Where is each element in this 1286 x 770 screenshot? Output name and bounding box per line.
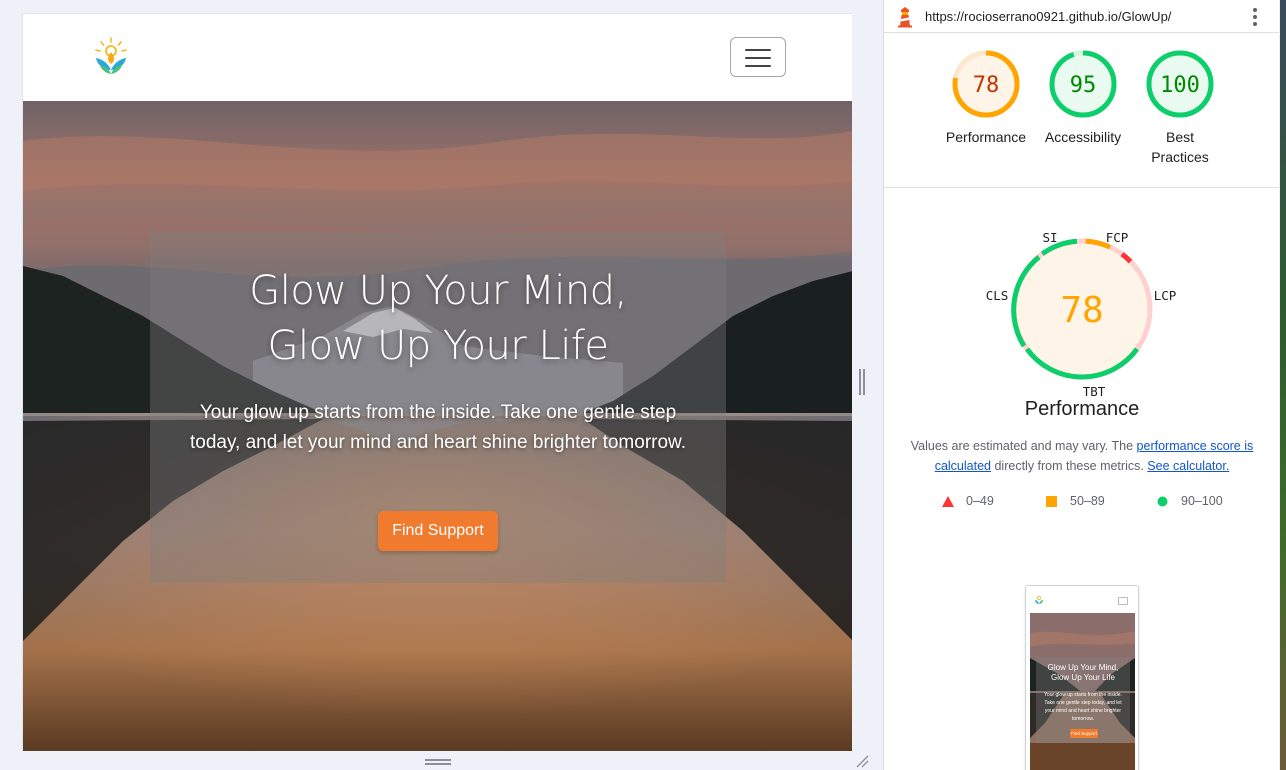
lighthouse-panel: https://rocioserrano0921.github.io/GlowU…	[883, 0, 1279, 770]
resize-handle-horizontal[interactable]	[425, 759, 451, 765]
mini-logo-icon	[1035, 595, 1043, 604]
gauge-ring-icon: 78	[952, 50, 1020, 118]
hero-section: Glow Up Your Mind, Glow Up Your Life Your…	[23, 101, 852, 751]
legend-fail-range: 0–49	[966, 494, 994, 508]
metric-tbt: TBT	[1083, 384, 1106, 399]
hamburger-bar	[745, 65, 771, 67]
performance-score: 78	[1060, 290, 1103, 331]
gauge-value: 78	[973, 73, 1000, 98]
resize-handle-vertical[interactable]	[859, 369, 865, 395]
report-url: https://rocioserrano0921.github.io/GlowU…	[925, 9, 1172, 24]
find-support-button[interactable]: Find Support	[378, 511, 498, 551]
note-text: directly from these metrics.	[991, 459, 1148, 473]
hero-card: Glow Up Your Mind, Glow Up Your Life Your…	[150, 232, 726, 583]
metric-si: SI	[1042, 230, 1057, 245]
mini-hero-card: Glow Up Your Mind, Glow Up Your Life Your…	[1036, 657, 1130, 743]
hero-title: Glow Up Your Mind, Glow Up Your Life	[249, 268, 627, 369]
performance-gauge: 78 SI FCP LCP TBT CLS	[986, 230, 1177, 399]
gauge-value: 100	[1160, 73, 1200, 98]
see-calculator-link[interactable]: See calculator.	[1147, 459, 1229, 473]
metric-cls: CLS	[986, 288, 1009, 303]
divider	[884, 187, 1279, 188]
hamburger-icon	[745, 49, 771, 51]
gauge-ring-icon: 100	[1146, 50, 1214, 118]
kebab-menu-icon[interactable]	[1250, 7, 1260, 27]
circle-icon	[1157, 496, 1168, 507]
resize-corner-icon[interactable]	[855, 754, 869, 768]
mini-hero-text: Your glow up starts from the inside. Tak…	[1044, 692, 1122, 722]
gauge-label: Best Practices	[1151, 129, 1209, 165]
performance-note: Values are estimated and may vary. The p…	[904, 436, 1260, 476]
gauge-performance[interactable]: 78 Performance	[936, 50, 1036, 147]
gauge-ring-icon: 95	[1049, 50, 1117, 118]
performance-title: Performance	[1024, 398, 1140, 420]
glowup-logo-icon[interactable]	[91, 36, 131, 78]
mini-navbar	[1026, 586, 1138, 613]
metric-lcp: LCP	[1154, 288, 1177, 303]
hamburger-bar	[745, 57, 771, 59]
score-legend: 0–49 50–89 90–100	[884, 492, 1279, 512]
hero-text: Your glow up starts from the inside. Tak…	[189, 402, 687, 453]
mini-hamburger-icon	[1118, 597, 1128, 605]
gauge-accessibility[interactable]: 95 Accessibility	[1033, 50, 1133, 147]
desktop-background-strip	[1280, 0, 1286, 770]
gauge-best-practices[interactable]: 100 Best Practices	[1130, 50, 1230, 167]
mini-hero-title: Glow Up Your Mind, Glow Up Your Life	[1047, 663, 1119, 682]
final-screenshot-thumbnail[interactable]: Glow Up Your Mind, Glow Up Your Life Your…	[1025, 585, 1139, 770]
site-navbar	[23, 14, 852, 101]
note-text: Values are estimated and may vary. The	[910, 439, 1137, 453]
legend-pass-range: 90–100	[1181, 494, 1223, 508]
navbar-toggle-button[interactable]	[730, 37, 786, 77]
gauge-label: Accessibility	[1044, 129, 1122, 145]
lighthouse-icon	[898, 7, 912, 28]
metric-fcp: FCP	[1106, 230, 1129, 245]
mini-find-support-button: Find Support	[1070, 729, 1098, 738]
gauge-value: 95	[1070, 73, 1097, 98]
square-icon	[1046, 496, 1057, 507]
lighthouse-topbar: https://rocioserrano0921.github.io/GlowU…	[884, 0, 1279, 33]
gauge-label: Performance	[945, 129, 1027, 145]
legend-average-range: 50–89	[1070, 494, 1105, 508]
mini-hero: Glow Up Your Mind, Glow Up Your Life Your…	[1030, 613, 1135, 770]
triangle-icon	[942, 496, 954, 507]
site-viewport: Glow Up Your Mind, Glow Up Your Life Your…	[22, 13, 852, 751]
